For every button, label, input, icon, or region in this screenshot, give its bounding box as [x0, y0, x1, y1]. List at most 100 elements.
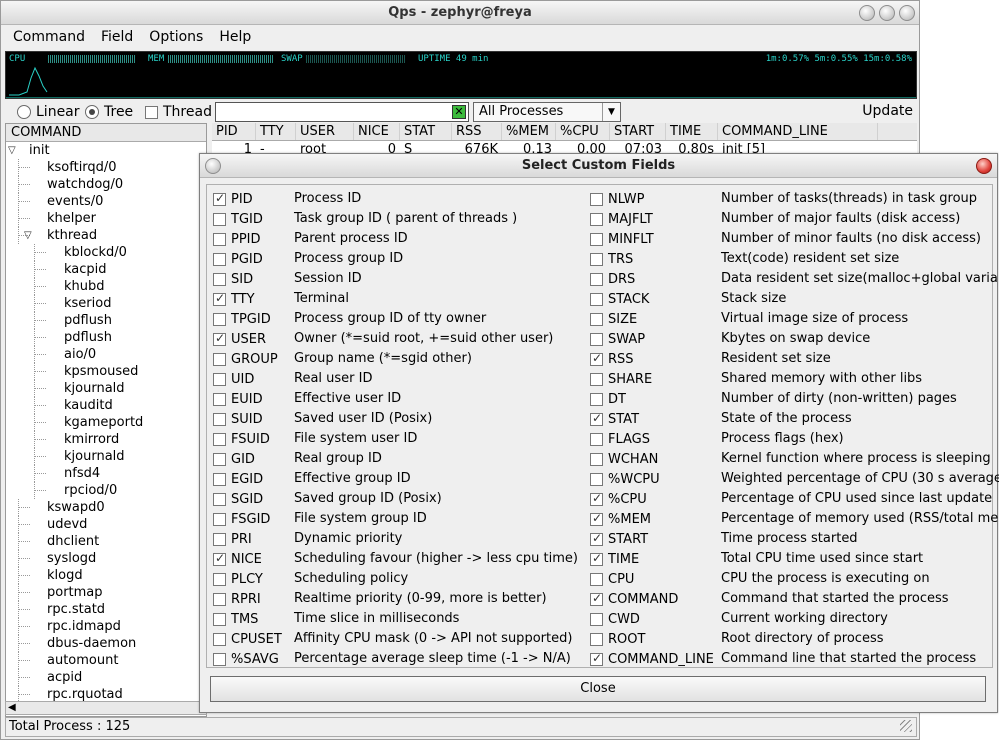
field-option[interactable]: UID Real user ID — [213, 369, 593, 389]
field-option[interactable]: DT Number of dirty (non-written) pages — [590, 389, 990, 409]
field-checkbox[interactable] — [213, 352, 226, 366]
chevron-down-icon[interactable]: ▼ — [602, 103, 620, 121]
field-option[interactable]: FSUID File system user ID — [213, 429, 593, 449]
field-option[interactable]: MINFLT Number of minor faults (no disk ac… — [590, 229, 990, 249]
thread-checkbox-box[interactable] — [145, 105, 158, 119]
tree-expander-icon[interactable]: ▽ — [8, 142, 16, 159]
clear-search-icon[interactable]: ✕ — [452, 105, 466, 119]
field-option[interactable]: NICE Scheduling favour (higher -> less cp… — [213, 549, 593, 569]
tree-row[interactable]: kpsmoused — [6, 363, 206, 380]
update-button[interactable]: Update — [862, 102, 913, 120]
tree-row[interactable]: kauditd — [6, 397, 206, 414]
field-checkbox[interactable] — [213, 212, 226, 226]
field-checkbox[interactable] — [590, 212, 603, 226]
field-option[interactable]: CPUSET Affinity CPU mask (0 -> API not su… — [213, 629, 593, 649]
field-checkbox[interactable] — [213, 472, 226, 486]
field-checkbox[interactable] — [213, 512, 226, 526]
tree-expander-icon[interactable]: ▽ — [24, 227, 32, 244]
field-option[interactable]: TPGID Process group ID of tty owner — [213, 309, 593, 329]
column-header[interactable]: COMMAND_LINE — [718, 123, 878, 140]
thread-checkbox[interactable]: Thread — [145, 104, 212, 120]
field-option[interactable]: MAJFLT Number of major faults (disk acces… — [590, 209, 990, 229]
tree-row[interactable]: automount — [6, 652, 206, 669]
field-checkbox[interactable] — [590, 472, 603, 486]
column-header[interactable]: TTY — [256, 123, 296, 140]
field-option[interactable]: STACK Stack size — [590, 289, 990, 309]
field-checkbox[interactable] — [590, 312, 603, 326]
dialog-menu-button[interactable] — [205, 158, 221, 174]
maximize-button[interactable] — [879, 5, 895, 21]
minimize-button[interactable] — [859, 5, 875, 21]
field-option[interactable]: PGID Process group ID — [213, 249, 593, 269]
field-option[interactable]: %CPU Percentage of CPU used since last up… — [590, 489, 992, 509]
field-option[interactable]: RSS Resident set size — [590, 349, 990, 369]
field-checkbox[interactable] — [590, 332, 603, 346]
field-option[interactable]: SUID Saved user ID (Posix) — [213, 409, 593, 429]
field-checkbox[interactable] — [590, 192, 603, 206]
menu-options[interactable]: Options — [141, 26, 211, 50]
field-option[interactable]: COMMAND Command that started the process — [590, 589, 990, 609]
field-checkbox[interactable] — [590, 531, 603, 546]
field-option[interactable]: %SAVG Percentage average sleep time (-1 -… — [213, 649, 593, 669]
field-option[interactable]: COMMAND_LINE Command line that started th… — [590, 649, 990, 669]
column-header[interactable]: TIME — [666, 123, 718, 140]
field-checkbox[interactable] — [590, 651, 603, 666]
field-option[interactable]: %MEM Percentage of memory used (RSS/total… — [590, 509, 999, 529]
tree-row[interactable]: portmap — [6, 584, 206, 601]
field-checkbox[interactable] — [213, 452, 226, 466]
field-checkbox[interactable] — [590, 432, 603, 446]
menu-field[interactable]: Field — [93, 26, 141, 50]
field-checkbox[interactable] — [590, 252, 603, 266]
field-option[interactable]: NLWP Number of tasks(threads) in task gro… — [590, 189, 990, 209]
field-checkbox[interactable] — [213, 592, 226, 606]
field-option[interactable]: EGID Effective group ID — [213, 469, 593, 489]
field-option[interactable]: PPID Parent process ID — [213, 229, 593, 249]
field-checkbox[interactable] — [213, 551, 226, 566]
tree-row[interactable]: kswapd0 — [6, 499, 206, 516]
field-option[interactable]: EUID Effective user ID — [213, 389, 593, 409]
field-checkbox[interactable] — [213, 252, 226, 266]
radio-linear-indicator[interactable] — [17, 105, 31, 119]
tree-row[interactable]: aio/0 — [6, 346, 206, 363]
field-option[interactable]: DRS Data resident set size(malloc+global … — [590, 269, 999, 289]
field-checkbox[interactable] — [590, 232, 603, 246]
field-checkbox[interactable] — [213, 312, 226, 326]
field-checkbox[interactable] — [213, 632, 226, 646]
tree-row[interactable]: kseriod — [6, 295, 206, 312]
field-checkbox[interactable] — [213, 331, 226, 346]
field-checkbox[interactable] — [213, 291, 226, 306]
field-checkbox[interactable] — [213, 532, 226, 546]
field-option[interactable]: SHARE Shared memory with other libs — [590, 369, 990, 389]
field-option[interactable]: CPU CPU the process is executing on — [590, 569, 990, 589]
field-checkbox[interactable] — [590, 551, 603, 566]
field-option[interactable]: WCHAN Kernel function where process is sl… — [590, 449, 991, 469]
search-input[interactable]: ✕ — [215, 102, 469, 122]
field-checkbox[interactable] — [590, 411, 603, 426]
field-checkbox[interactable] — [590, 392, 603, 406]
tree-row[interactable]: ▽ kthread — [6, 227, 206, 244]
field-option[interactable]: SID Session ID — [213, 269, 593, 289]
field-option[interactable]: FSGID File system group ID — [213, 509, 593, 529]
column-header[interactable]: RSS — [452, 123, 502, 140]
field-option[interactable]: SWAP Kbytes on swap device — [590, 329, 990, 349]
tree-row[interactable]: pdflush — [6, 329, 206, 346]
radio-tree-indicator[interactable] — [85, 105, 99, 119]
tree-row[interactable]: syslogd — [6, 550, 206, 567]
tree-row[interactable]: rpciod/0 — [6, 482, 206, 499]
tree-row[interactable]: ksoftirqd/0 — [6, 159, 206, 176]
field-option[interactable]: TTY Terminal — [213, 289, 593, 309]
field-option[interactable]: TIME Total CPU time used since start — [590, 549, 990, 569]
tree-row[interactable]: kjournald — [6, 380, 206, 397]
field-checkbox[interactable] — [590, 491, 603, 506]
radio-linear[interactable]: Linear — [17, 104, 80, 120]
tree-row[interactable]: kjournald — [6, 448, 206, 465]
field-checkbox[interactable] — [213, 272, 226, 286]
process-filter-select[interactable]: All Processes ▼ — [473, 102, 621, 122]
field-checkbox[interactable] — [590, 452, 603, 466]
tree-row[interactable]: ▽ init — [6, 142, 206, 159]
field-option[interactable]: SIZE Virtual image size of process — [590, 309, 990, 329]
field-checkbox[interactable] — [213, 372, 226, 386]
field-checkbox[interactable] — [590, 612, 603, 626]
tree-horizontal-scrollbar[interactable]: ◀ — [5, 701, 207, 715]
field-option[interactable]: %WCPU Weighted percentage of CPU (30 s av… — [590, 469, 999, 489]
